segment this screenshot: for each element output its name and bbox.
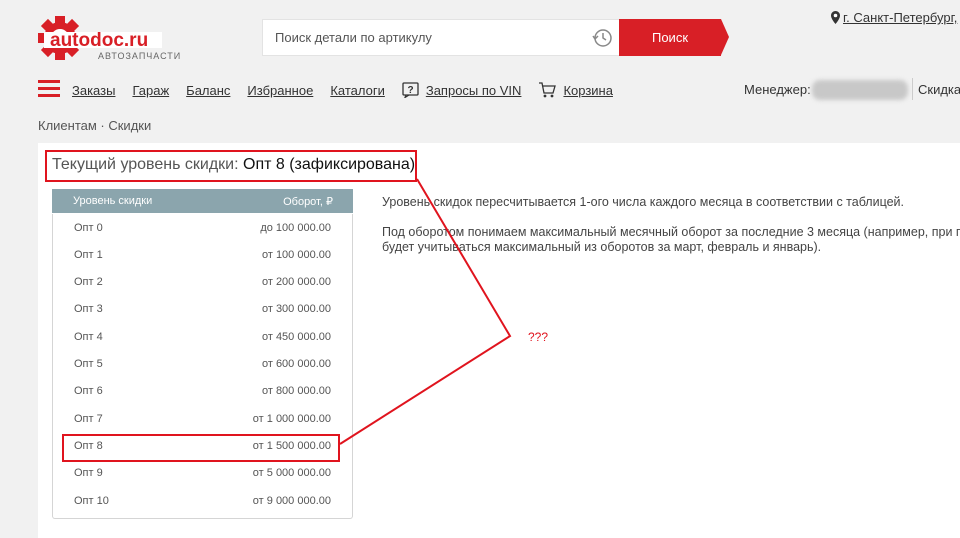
manager-label: Менеджер: (744, 82, 811, 97)
location-pin-icon (831, 11, 840, 24)
question-icon: ? (402, 82, 419, 98)
search-box (262, 19, 619, 56)
svg-text:АВТОЗАПЧАСТИ: АВТОЗАПЧАСТИ (98, 51, 181, 61)
nav-garage[interactable]: Гараж (132, 82, 169, 98)
annotation-lines (339, 178, 512, 445)
nav-catalogs[interactable]: Каталоги (330, 82, 385, 98)
nav-vin-requests[interactable]: ? Запросы по VIN (402, 82, 521, 98)
nav-cart[interactable]: Корзина (538, 82, 613, 98)
history-icon[interactable] (591, 27, 613, 49)
discounts-link[interactable]: Скидка (918, 82, 960, 97)
manager-name-redacted (812, 80, 908, 100)
main-nav: Заказы Гараж Баланс Избранное Каталоги ?… (72, 82, 630, 98)
city-link[interactable]: г. Санкт-Петербург, (843, 10, 957, 25)
discounts-panel: Текущий уровень скидки: Опт 8 (зафиксиро… (38, 143, 960, 538)
svg-text:?: ? (407, 85, 413, 96)
divider (912, 78, 913, 100)
breadcrumb: Клиентам · Скидки (38, 118, 152, 133)
city-selector[interactable]: г. Санкт-Петербург, (831, 10, 957, 25)
cart-icon (539, 82, 557, 98)
nav-favorites[interactable]: Избранное (247, 82, 313, 98)
hamburger-menu-icon[interactable] (38, 80, 60, 98)
nav-orders[interactable]: Заказы (72, 82, 115, 98)
search-input[interactable] (263, 20, 583, 55)
logo-text: autodoc.ru (50, 30, 148, 51)
nav-balance[interactable]: Баланс (186, 82, 230, 98)
autodoc-logo[interactable]: autodoc.ru АВТОЗАПЧАСТИ (38, 10, 218, 66)
annotation-question-marks: ??? (528, 330, 549, 344)
search-button[interactable]: Поиск (619, 19, 729, 56)
